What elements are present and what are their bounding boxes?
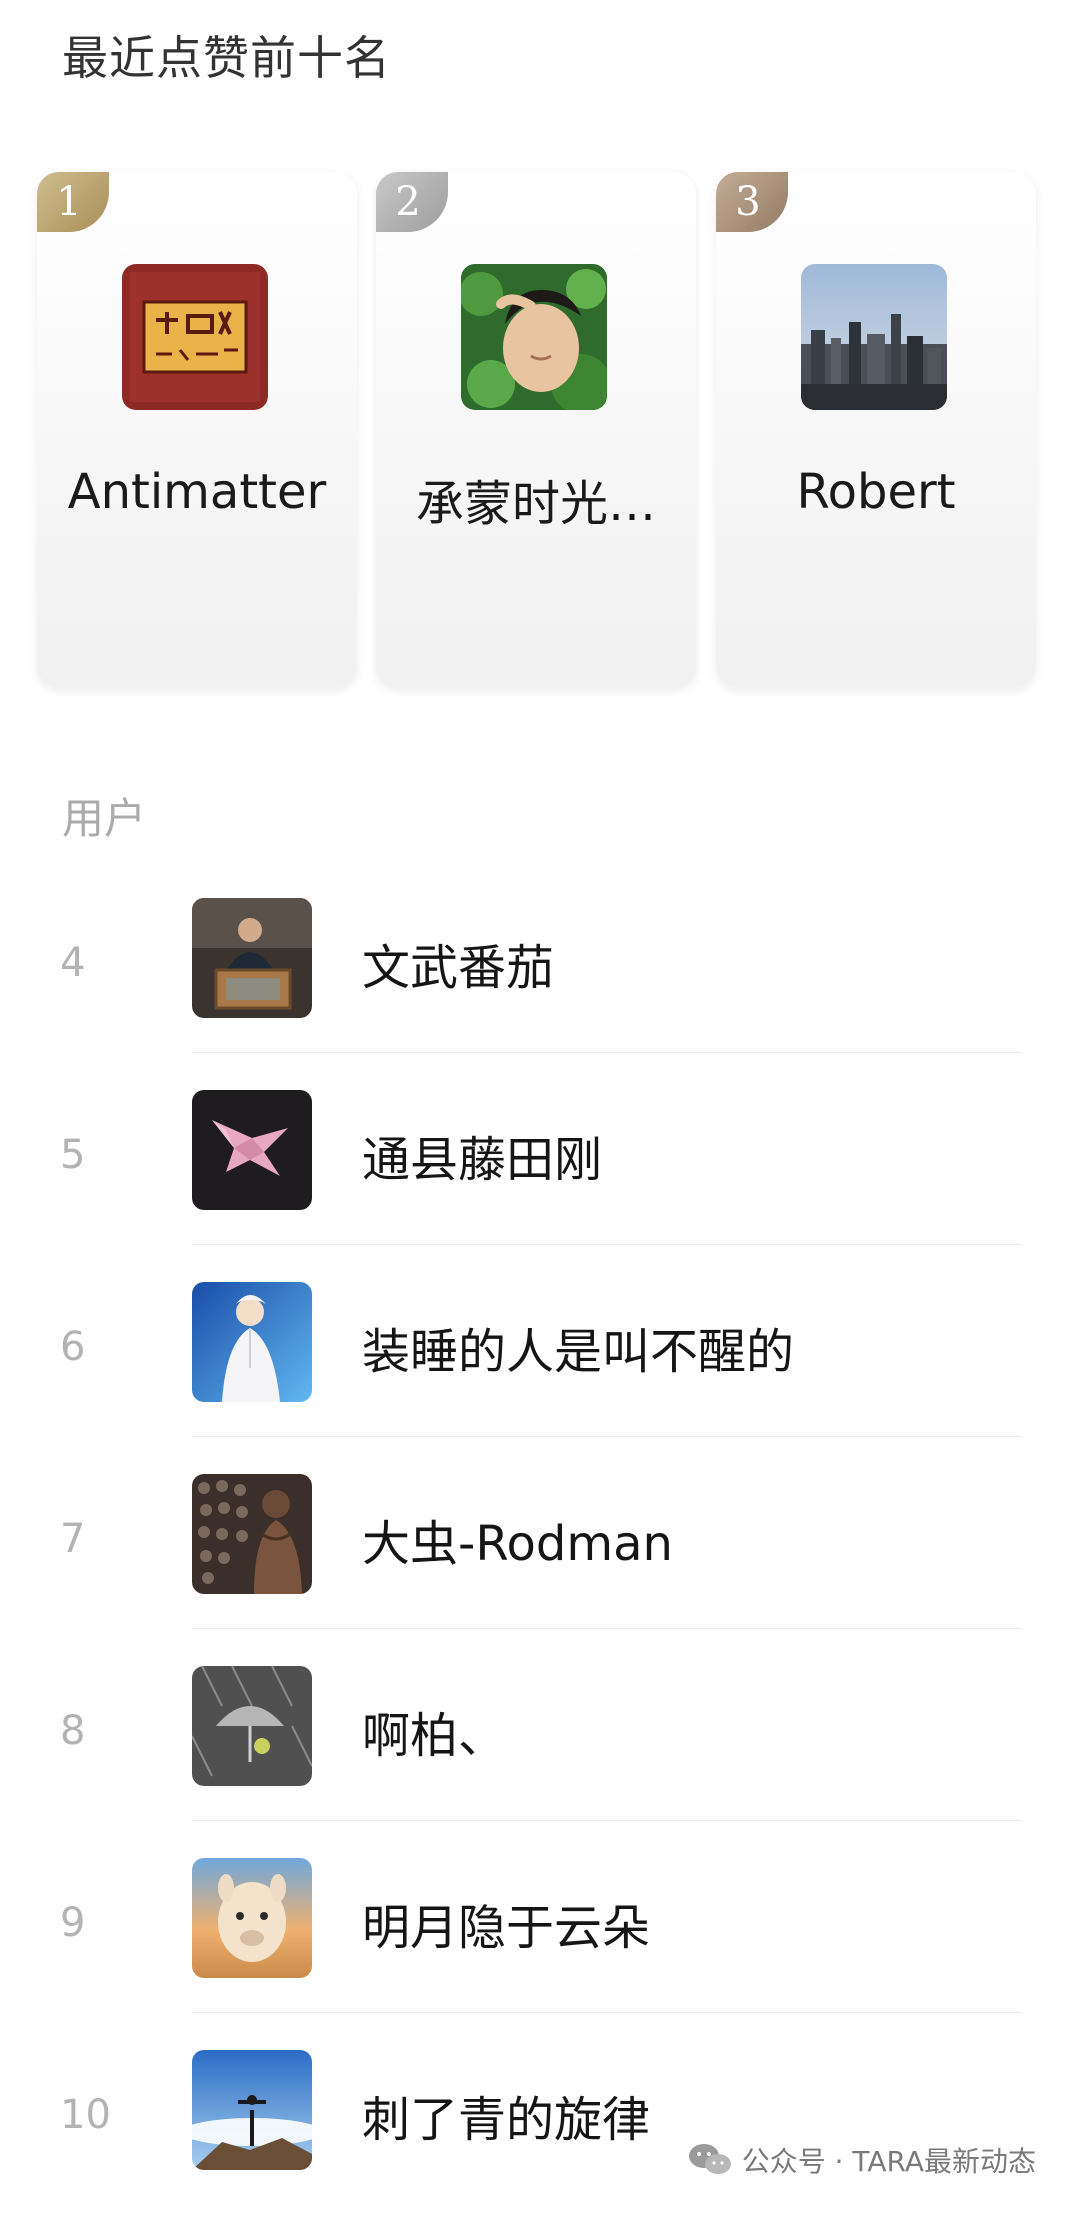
- pink-origami-avatar-icon[interactable]: [192, 1090, 312, 1210]
- top-three-podium: 1 Antimatter 2 承蒙时光… 3 Robert: [37, 172, 1037, 688]
- rank-number: 9: [60, 1900, 86, 1946]
- divider: [192, 1052, 1022, 1053]
- watermark: 公众号 · TARA最新动态: [688, 2140, 1036, 2180]
- watermark-text: 公众号 · TARA最新动态: [741, 2145, 1036, 2178]
- rank-number: 6: [60, 1324, 86, 1370]
- user-name[interactable]: 大虫-Rodman: [362, 1504, 673, 1574]
- divider: [192, 1820, 1022, 1821]
- user-name[interactable]: 明月隐于云朵: [362, 1888, 650, 1958]
- list-item[interactable]: 9 明月隐于云朵: [0, 1840, 1076, 2032]
- mountain-peak-avatar-icon[interactable]: [192, 2050, 312, 2170]
- podium-card-1[interactable]: 1 Antimatter: [37, 172, 357, 688]
- white-suit-person-avatar-icon[interactable]: [192, 1282, 312, 1402]
- basketball-player-avatar-icon[interactable]: [192, 1474, 312, 1594]
- rank-number: 10: [60, 2092, 111, 2138]
- list-item[interactable]: 8 啊柏、: [0, 1648, 1076, 1840]
- user-name[interactable]: 文武番茄: [362, 928, 554, 998]
- rank-number: 8: [60, 1708, 86, 1754]
- bronze-rank-badge: 3: [716, 172, 788, 232]
- page-title: 最近点赞前十名: [62, 31, 391, 85]
- wechat-icon: [688, 2142, 732, 2178]
- city-skyline-avatar-icon[interactable]: [801, 264, 947, 410]
- list-item[interactable]: 6 装睡的人是叫不醒的: [0, 1264, 1076, 1456]
- user-list: 4 文武番茄 5 通县藤田刚 6 装睡的人是叫不醒的 7 大虫-Rodman 8…: [0, 880, 1076, 2224]
- user-name[interactable]: 啊柏、: [362, 1696, 506, 1766]
- podium-name[interactable]: 承蒙时光…: [376, 464, 696, 534]
- list-item[interactable]: 4 文武番茄: [0, 880, 1076, 1072]
- list-item[interactable]: 7 大虫-Rodman: [0, 1456, 1076, 1648]
- rank-number: 5: [60, 1132, 86, 1178]
- divider: [192, 1628, 1022, 1629]
- alpaca-avatar-icon[interactable]: [192, 1858, 312, 1978]
- user-name[interactable]: 装睡的人是叫不醒的: [362, 1312, 794, 1382]
- list-item[interactable]: 5 通县藤田刚: [0, 1072, 1076, 1264]
- man-at-desk-avatar-icon[interactable]: [192, 898, 312, 1018]
- list-item[interactable]: 10 刺了青的旋律: [0, 2032, 1076, 2224]
- podium-name[interactable]: Robert: [716, 464, 1036, 520]
- rank-number: 4: [60, 940, 86, 986]
- podium-name[interactable]: Antimatter: [37, 464, 357, 520]
- silver-rank-badge: 2: [376, 172, 448, 232]
- user-name[interactable]: 刺了青的旋律: [362, 2080, 650, 2150]
- podium-card-3[interactable]: 3 Robert: [716, 172, 1036, 688]
- red-calligraphy-avatar-icon[interactable]: [122, 264, 268, 410]
- divider: [192, 1244, 1022, 1245]
- gold-rank-badge: 1: [37, 172, 109, 232]
- users-section-label: 用户: [62, 794, 147, 843]
- rank-number: 7: [60, 1516, 86, 1562]
- podium-card-2[interactable]: 2 承蒙时光…: [376, 172, 696, 688]
- boy-in-leaves-avatar-icon[interactable]: [461, 264, 607, 410]
- divider: [192, 2012, 1022, 2013]
- user-name[interactable]: 通县藤田刚: [362, 1120, 602, 1190]
- umbrella-rain-avatar-icon[interactable]: [192, 1666, 312, 1786]
- divider: [192, 1436, 1022, 1437]
